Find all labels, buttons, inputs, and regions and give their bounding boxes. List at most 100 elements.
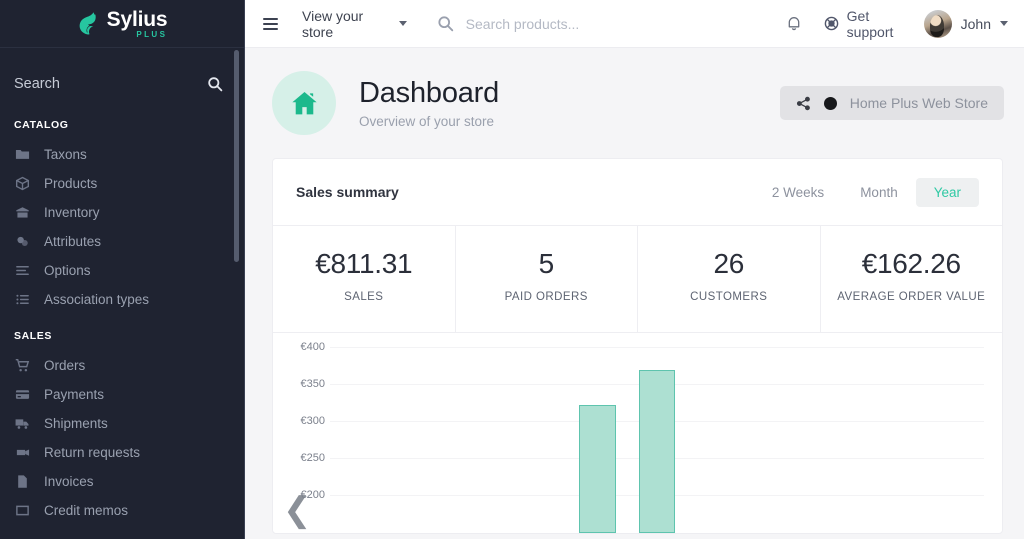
credit-card-icon [14, 386, 31, 403]
user-menu[interactable]: John [923, 9, 1008, 38]
sidebar-item-options[interactable]: Options [0, 256, 245, 285]
tab-month[interactable]: Month [842, 178, 916, 207]
sidebar-item-label: Return requests [44, 445, 141, 460]
sidebar: Sylius PLUS CATALOG Taxons Products [0, 0, 245, 539]
dashboard-screen: Sylius PLUS CATALOG Taxons Products [0, 0, 1024, 539]
receipt-icon [14, 502, 31, 519]
search-icon[interactable] [207, 76, 223, 92]
avatar [923, 9, 952, 38]
chart-bar[interactable] [579, 404, 616, 533]
product-search[interactable] [437, 15, 786, 32]
brand-name: Sylius [106, 7, 168, 31]
brand-edition: PLUS [136, 29, 168, 39]
stat-value: 26 [713, 248, 745, 279]
sidebar-item-attributes[interactable]: Attributes [0, 227, 245, 256]
get-support-button[interactable]: Get support [824, 8, 902, 40]
truck-icon [14, 415, 31, 432]
sidebar-scrollbar[interactable] [234, 50, 239, 262]
y-axis-tick-label: €350 [300, 377, 325, 390]
user-name: John [960, 15, 991, 32]
chart-bar[interactable] [638, 370, 676, 533]
lifebuoy-icon [824, 16, 839, 31]
sidebar-section-catalog: CATALOG [14, 119, 69, 131]
sidebar-item-label: Credit memos [44, 503, 129, 518]
sidebar-item-label: Payments [44, 387, 105, 402]
sidebar-item-label: Orders [44, 358, 86, 373]
return-icon [14, 444, 31, 461]
folder-icon [14, 146, 31, 163]
stat-label: CUSTOMERS [690, 291, 768, 303]
sidebar-item-label: Options [44, 263, 91, 278]
sidebar-item-inventory[interactable]: Inventory [0, 198, 245, 227]
sidebar-item-shipments[interactable]: Shipments [0, 409, 245, 438]
page-subtitle: Overview of your store [359, 114, 495, 129]
stat-value: 5 [538, 248, 555, 279]
stats-row: €811.31 SALES 5 PAID ORDERS 26 CUSTOMERS… [273, 226, 1002, 333]
stat-label: PAID ORDERS [504, 291, 588, 303]
bell-icon[interactable] [786, 15, 802, 32]
sidebar-item-invoices[interactable]: Invoices [0, 467, 245, 496]
sidebar-item-credit-memos[interactable]: Credit memos [0, 496, 245, 525]
file-icon [14, 473, 31, 490]
view-store-label: View your store [302, 7, 364, 40]
sidebar-item-return-requests[interactable]: Return requests [0, 438, 245, 467]
y-axis-tick-label: €400 [300, 340, 325, 353]
stat-label: SALES [344, 291, 384, 303]
search-input[interactable] [465, 15, 786, 32]
stat-customers: 26 CUSTOMERS [638, 226, 821, 332]
sidebar-item-association-types[interactable]: Association types [0, 285, 245, 314]
sidebar-item-label: Attributes [44, 234, 102, 249]
sales-summary-card: Sales summary 2 Weeks Month Year €811.31… [272, 158, 1003, 534]
sidebar-item-label: Products [44, 176, 98, 191]
sidebar-item-taxons[interactable]: Taxons [0, 140, 245, 169]
tab-year[interactable]: Year [915, 177, 979, 207]
get-support-label: Get support [846, 7, 894, 40]
sidebar-item-payments[interactable]: Payments [0, 380, 245, 409]
tab-2-weeks[interactable]: 2 Weeks [754, 178, 842, 207]
store-chip-label: Home Plus Web Store [849, 95, 988, 111]
sidebar-item-label: Invoices [44, 474, 94, 489]
page-header: Dashboard Overview of your store Home Pl… [245, 48, 1024, 136]
stat-label: AVERAGE ORDER VALUE [837, 291, 986, 303]
status-dot-icon [823, 96, 837, 110]
chart-plot-area: €400 €350 €300 €250 €200 [301, 341, 984, 533]
stat-paid-orders: 5 PAID ORDERS [456, 226, 638, 332]
sidebar-item-label: Taxons [44, 147, 87, 162]
cart-icon [14, 357, 31, 374]
layers-icon [14, 233, 31, 250]
brand-logo-block[interactable]: Sylius PLUS [0, 0, 245, 48]
y-axis-tick-label: €300 [300, 415, 325, 428]
hamburger-icon[interactable] [263, 17, 278, 30]
range-tabs: 2 Weeks Month Year [754, 177, 979, 207]
chevron-down-icon [1000, 21, 1008, 26]
home-icon [272, 71, 336, 135]
sidebar-section-sales: SALES [14, 330, 53, 342]
sidebar-item-products[interactable]: Products [0, 169, 245, 198]
view-store-dropdown[interactable]: View your store [302, 8, 407, 40]
topbar: View your store Search products... Get s… [245, 0, 1024, 48]
y-axis-tick-label: €200 [300, 489, 325, 502]
card-title: Sales summary [296, 184, 399, 200]
stat-value: €811.31 [315, 248, 413, 279]
sidebar-search-input[interactable] [14, 76, 164, 92]
sidebar-item-orders[interactable]: Orders [0, 351, 245, 380]
chevron-down-icon [398, 21, 407, 26]
share-icon [796, 96, 811, 111]
store-selector-chip[interactable]: Home Plus Web Store [779, 86, 1004, 120]
sidebar-item-label: Shipments [44, 416, 108, 431]
sidebar-item-label: Inventory [44, 205, 100, 220]
stat-value: €162.26 [861, 248, 961, 279]
list-icon [14, 291, 31, 308]
sliders-icon [14, 262, 31, 279]
main-content: View your store Search products... Get s… [245, 0, 1024, 539]
chart-bars [330, 347, 984, 533]
search-icon[interactable] [437, 15, 454, 32]
stat-sales: €811.31 SALES [273, 226, 456, 332]
y-axis-tick-label: €250 [300, 452, 325, 465]
sales-chart: ❮ €400 €350 €300 €250 €200 [273, 333, 1002, 533]
warehouse-icon [14, 204, 31, 221]
card-header: Sales summary 2 Weeks Month Year [273, 159, 1002, 226]
stat-average-order-value: €162.26 AVERAGE ORDER VALUE [821, 226, 1003, 332]
box-icon [14, 175, 31, 192]
sidebar-search[interactable] [0, 65, 245, 103]
